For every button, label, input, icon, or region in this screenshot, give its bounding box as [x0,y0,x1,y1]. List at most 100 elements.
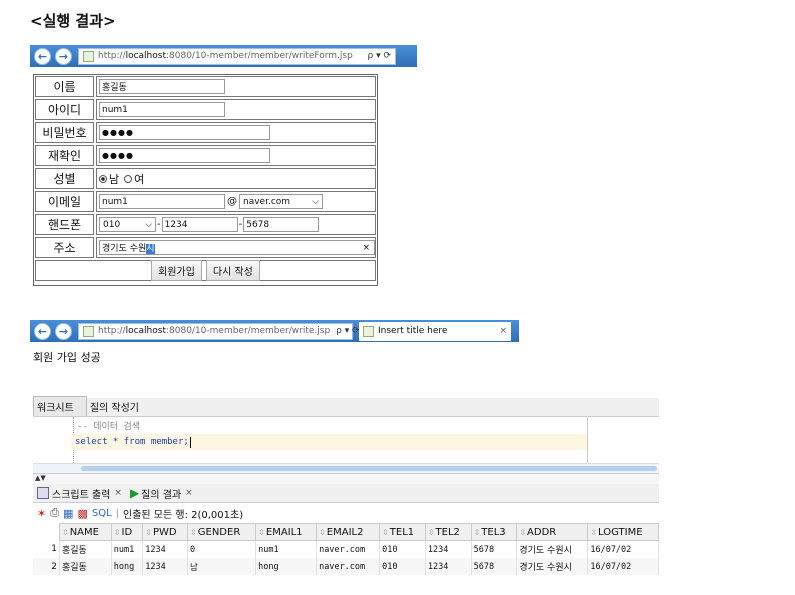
repassword-input[interactable]: ●●●● [99,148,270,163]
cell-gender[interactable]: 0 [187,540,257,558]
table-row[interactable]: 2 홍길동 hong 1234 남 hong naver.com 010 123… [33,558,659,575]
pin-icon[interactable]: ✶ [37,507,46,520]
column-header[interactable]: ⇳NAME [59,523,112,541]
cell-tel3[interactable]: 5678 [471,540,518,558]
cell-addr[interactable]: 경기도 수원시 [516,540,589,558]
url-field[interactable]: http://localhost:8080/10-member/member/w… [78,47,396,65]
clear-icon[interactable]: × [362,243,370,253]
sql-statement: select * from member; [75,437,189,447]
column-header[interactable]: ⇳GENDER [187,523,257,541]
sql-editor[interactable]: -- 데이터 검색 select * from member; [33,417,659,464]
search-refresh-icon[interactable]: ρ ▾ ⟳ [362,51,392,61]
horizontal-scrollbar[interactable] [33,464,659,474]
column-header[interactable]: ⇳ADDR [516,523,589,541]
toolbar-separator: | [115,507,120,519]
tel1-select[interactable]: 010 ⌵ [99,217,156,232]
gender-male-radio[interactable] [99,174,107,183]
address-label: 주소 [35,237,94,258]
cell-email1[interactable]: hong [255,558,318,575]
sort-icon: ⇳ [382,527,389,537]
print-icon[interactable]: ⎙ [50,506,59,520]
cell-addr[interactable]: 경기도 수원시 [516,558,589,575]
email-at-sign: @ [227,196,237,207]
tel2-input[interactable]: 1234 [161,217,238,232]
cell-name[interactable]: 홍길동 [59,558,112,575]
sort-icon: ⇳ [258,527,265,537]
cell-tel2[interactable]: 1234 [425,540,472,558]
url-field-2[interactable]: http://localhost:8080/10-member/member/w… [78,322,360,340]
cell-tel2[interactable]: 1234 [425,558,472,575]
editor-margin-line [587,417,588,463]
cell-id[interactable]: num1 [111,540,144,558]
back-arrow-icon[interactable]: ← [34,47,51,65]
email1-input[interactable]: num1 [99,194,225,209]
column-header[interactable]: ⇳LOGTIME [587,523,659,541]
editor-gutter [33,417,74,463]
cell-email1[interactable]: num1 [255,540,318,558]
email2-select[interactable]: naver.com ⌵ [239,194,323,209]
page-favicon-icon [363,325,374,337]
cell-tel1[interactable]: 010 [379,558,426,575]
forward-arrow-icon[interactable]: → [55,322,72,340]
column-header[interactable]: ⇳EMAIL1 [255,523,318,541]
address-input[interactable]: 경기도 수원시 × [99,240,375,255]
column-header[interactable]: ⇳TEL1 [379,523,426,541]
cell-pwd[interactable]: 1234 [142,558,189,575]
row-number-header [33,523,60,541]
cell-logtime[interactable]: 16/07/02 [587,558,659,575]
forward-arrow-icon[interactable]: → [55,47,72,65]
cell-name[interactable]: 홍길동 [59,540,112,558]
sql-worksheet: 워크시트 질의 작성기 -- 데이터 검색 select * from memb… [33,396,659,586]
close-icon[interactable]: × [114,488,122,498]
sort-icon: ⇳ [519,527,527,537]
password-input[interactable]: ●●●● [99,125,270,140]
close-icon[interactable]: × [185,488,193,498]
row-number: 1 [33,540,60,558]
cell-tel1[interactable]: 010 [379,540,426,558]
cell-pwd[interactable]: 1234 [142,540,189,558]
id-input[interactable]: num1 [99,102,225,117]
browser-tab[interactable]: Insert title here × [359,321,511,341]
tab-worksheet[interactable]: 워크시트 [33,396,87,416]
back-arrow-icon[interactable]: ← [34,322,51,340]
table-row[interactable]: 1 홍길동 num1 1234 0 num1 naver.com 010 123… [33,540,659,558]
search-refresh-icon[interactable]: ρ ▾ ⟳ [330,326,360,336]
submit-button[interactable]: 회원가입 [151,260,202,281]
form-row-id: 아이디 num1 [35,99,376,120]
cell-email2[interactable]: naver.com [316,540,381,558]
tab-script-output[interactable]: 스크립트 출력 × [33,486,126,501]
tab-query-result[interactable]: ▶ 질의 결과 × [126,486,197,501]
tab-close-icon[interactable]: × [499,326,507,336]
name-input[interactable]: 홍길동 [99,79,225,94]
form-button-row: 회원가입 다시 작성 [35,260,376,281]
cell-id[interactable]: hong [111,558,144,575]
column-header[interactable]: ⇳TEL3 [470,523,518,541]
reset-button[interactable]: 다시 작성 [205,260,260,281]
page-favicon-icon [83,325,94,337]
export-icon[interactable]: ▦ [63,507,73,520]
sql-button[interactable]: SQL [92,508,112,519]
refresh-icon[interactable]: ▩ [77,507,87,520]
tab-query-builder[interactable]: 질의 작성기 [87,397,151,416]
tab-title: Insert title here [378,326,448,336]
sql-comment: -- 데이터 검색 [77,422,141,432]
tel3-input[interactable]: 5678 [243,217,320,232]
scrollbar-thumb[interactable] [81,466,657,471]
form-row-name: 이름 홍길동 [35,76,376,97]
cell-tel3[interactable]: 5678 [471,558,518,575]
column-header[interactable]: ⇳ID [110,523,144,541]
cell-email2[interactable]: naver.com [316,558,381,575]
chevron-down-icon: ⌵ [145,219,152,230]
sort-icon: ⇳ [62,527,69,537]
column-header[interactable]: ⇳EMAIL2 [316,523,381,541]
gender-female-radio[interactable] [124,174,133,183]
sort-icon: ⇳ [319,527,326,537]
result-tabs: 스크립트 출력 × ▶ 질의 결과 × [33,484,659,503]
cell-logtime[interactable]: 16/07/02 [587,540,659,558]
column-header[interactable]: ⇳TEL2 [424,523,472,541]
splitter-arrows-icon[interactable]: ▲▼ [33,474,659,484]
form-row-gender: 성별 남 여 [35,168,376,189]
column-header[interactable]: ⇳PWD [142,523,189,541]
fetch-status: 인출된 모든 행: 2(0,001초) [123,509,244,521]
cell-gender[interactable]: 남 [187,558,257,575]
